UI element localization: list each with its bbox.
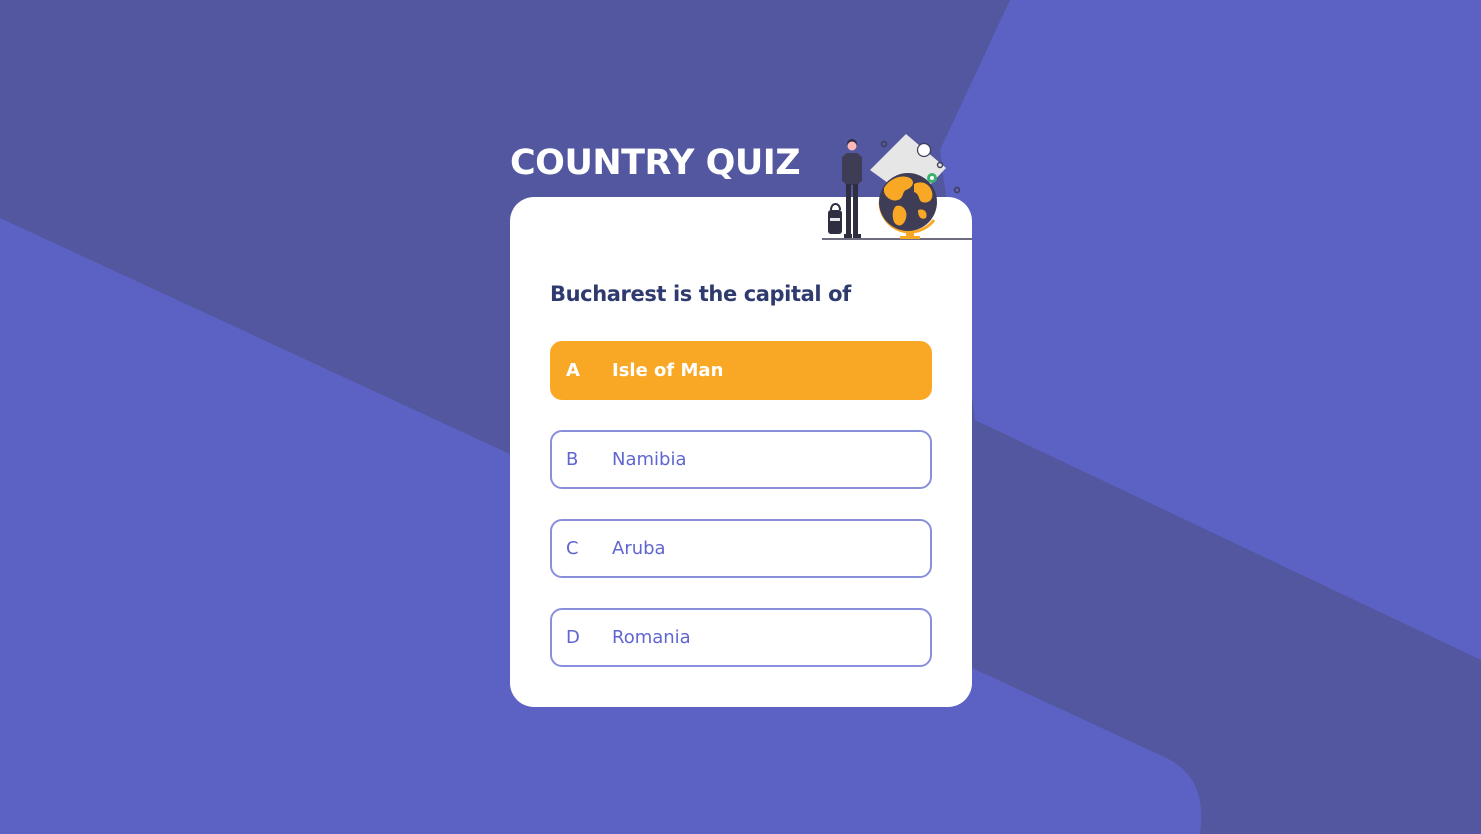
option-label: Isle of Man (612, 360, 724, 381)
answer-option-c[interactable]: C Aruba (550, 519, 932, 578)
option-label: Aruba (612, 538, 666, 559)
option-letter: D (566, 627, 580, 648)
app-title: COUNTRY QUIZ (510, 143, 801, 183)
quiz-card: Bucharest is the capital of A Isle of Ma… (510, 197, 972, 707)
question-text: Bucharest is the capital of (550, 282, 851, 306)
traveler-globe-icon (822, 134, 972, 240)
answer-option-a[interactable]: A Isle of Man (550, 341, 932, 400)
option-label: Namibia (612, 449, 687, 470)
option-letter: A (566, 360, 580, 381)
option-letter: B (566, 449, 579, 470)
option-label: Romania (612, 627, 691, 648)
answer-option-b[interactable]: B Namibia (550, 430, 932, 489)
option-letter: C (566, 538, 579, 559)
answer-option-d[interactable]: D Romania (550, 608, 932, 667)
